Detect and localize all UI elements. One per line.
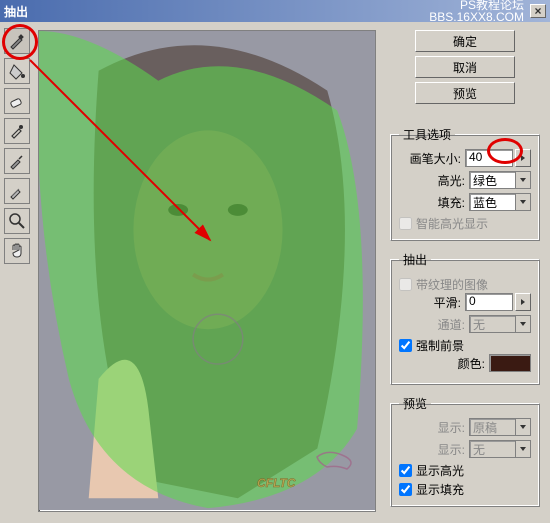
color-label: 颜色: — [458, 355, 485, 372]
edge-touchup-tool[interactable] — [4, 178, 30, 204]
show-highlight-check[interactable]: 显示高光 — [399, 462, 531, 479]
brush-size-stepper[interactable] — [515, 149, 531, 167]
tool-options-group: 工具选项 画笔大小: 40 高光: 绿色 填充: 蓝色 智能高光显示 — [390, 126, 540, 241]
window-title: 抽出 — [4, 3, 28, 20]
fill-tool[interactable] — [4, 58, 30, 84]
preview-canvas[interactable]: CFLTC — [38, 30, 376, 512]
brush-size-label: 画笔大小: — [410, 150, 461, 167]
toolbar — [0, 22, 34, 523]
extract-group: 抽出 带纹理的图像 平滑: 0 通道: 无 强制前景 颜色: — [390, 251, 540, 385]
extract-legend: 抽出 — [399, 251, 431, 268]
textured-check: 带纹理的图像 — [399, 276, 531, 293]
smooth-label: 平滑: — [434, 294, 461, 311]
edge-highlighter-tool[interactable] — [4, 28, 30, 54]
color-swatch[interactable] — [489, 354, 531, 372]
cleanup-tool[interactable] — [4, 148, 30, 174]
brush-size-input[interactable]: 40 — [465, 149, 513, 167]
highlight-combo[interactable]: 绿色 — [469, 171, 531, 189]
ok-button[interactable]: 确定 — [415, 30, 515, 52]
watermark-logo: CFLTC — [247, 447, 367, 503]
smooth-stepper[interactable] — [515, 293, 531, 311]
tool-options-legend: 工具选项 — [399, 126, 455, 143]
show-fill-check[interactable]: 显示填充 — [399, 481, 531, 498]
watermark-text: PS教程论坛 BBS.16XX8.COM — [429, 0, 524, 23]
channel-label: 通道: — [438, 316, 465, 333]
preview-legend: 预览 — [399, 395, 431, 412]
fill-label: 填充: — [438, 194, 465, 211]
zoom-tool[interactable] — [4, 208, 30, 234]
eyedropper-tool[interactable] — [4, 118, 30, 144]
preview-options-group: 预览 显示: 原稿 显示: 无 显示高光 显示填充 — [390, 395, 540, 507]
fill-combo[interactable]: 蓝色 — [469, 193, 531, 211]
cancel-button[interactable]: 取消 — [415, 56, 515, 78]
force-foreground-check[interactable]: 强制前景 — [399, 337, 531, 354]
close-button[interactable]: × — [530, 4, 546, 18]
svg-text:CFLTC: CFLTC — [257, 476, 296, 490]
show-label: 显示: — [438, 419, 465, 436]
eraser-tool[interactable] — [4, 88, 30, 114]
channel-combo: 无 — [469, 315, 531, 333]
show-combo: 原稿 — [469, 418, 531, 436]
preview-button[interactable]: 预览 — [415, 82, 515, 104]
preview-image — [39, 31, 375, 510]
highlight-label: 高光: — [438, 172, 465, 189]
display-label: 显示: — [438, 441, 465, 458]
smart-highlight-check: 智能高光显示 — [399, 215, 531, 232]
smooth-input[interactable]: 0 — [465, 293, 513, 311]
title-bar: 抽出 PS教程论坛 BBS.16XX8.COM × — [0, 0, 550, 22]
display-combo: 无 — [469, 440, 531, 458]
hand-tool[interactable] — [4, 238, 30, 264]
